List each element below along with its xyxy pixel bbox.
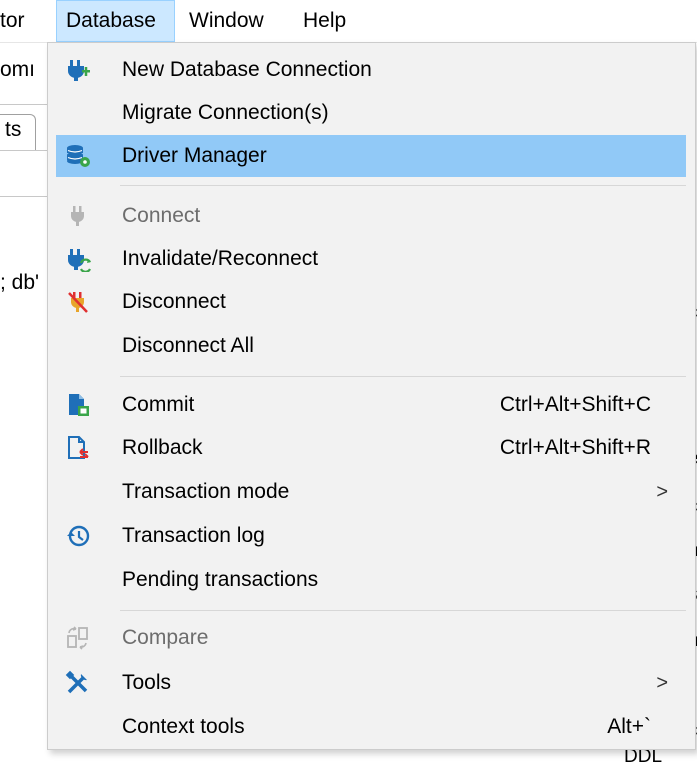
menu-item-rollback[interactable]: Rollback Ctrl+Alt+Shift+R [56,427,686,469]
menu-item-disconnect-all[interactable]: Disconnect All [56,325,686,367]
menu-item-label: Commit [122,393,195,416]
menu-item-label: Transaction log [122,524,265,547]
menu-item-transaction-log[interactable]: Transaction log [56,515,686,557]
menu-item-label: Invalidate/Reconnect [122,247,319,270]
plug-disconnect-icon [68,292,88,313]
plug-refresh-icon [68,249,91,272]
menu-item-label: Pending transactions [122,568,319,591]
menu-separator [120,610,686,611]
menubar-item-editor[interactable]: tor [0,0,34,42]
editor-text-fragment: ; db' [0,271,40,294]
menu-bar: tor Database Window Help [0,0,697,43]
menu-item-label: Rollback [122,436,203,459]
menu-item-commit[interactable]: Commit Ctrl+Alt+Shift+C [56,384,686,426]
toolbar-divider [0,104,48,105]
menu-item-label: Driver Manager [122,144,267,167]
menu-item-pending-transactions[interactable]: Pending transactions [56,559,686,601]
menubar-item-help[interactable]: Help [294,0,355,42]
plug-icon [71,206,84,226]
editor-tab[interactable]: ts [0,114,36,150]
menu-item-driver-manager[interactable]: Driver Manager [56,135,686,177]
menu-item-label: Context tools [122,715,245,738]
menu-item-label: New Database Connection [122,58,372,81]
database-menu: New Database Connection Migrate Connecti… [47,42,696,750]
menu-separator [120,185,686,186]
menu-separator [120,376,686,377]
menu-item-tools[interactable]: Tools > [56,662,686,704]
bottom-panel: DDL [568,746,696,764]
menu-item-compare[interactable]: Compare [56,617,686,659]
editor-tab-label: ts [5,118,22,141]
menu-item-shortcut: Ctrl+Alt+Shift+C [499,393,651,416]
compare-icon [67,626,88,650]
menu-item-invalidate-reconnect[interactable]: Invalidate/Reconnect [56,238,686,280]
menu-item-new-database-connection[interactable]: New Database Connection [56,49,686,91]
rollback-icon [68,436,89,459]
menu-item-label: Disconnect [122,290,226,313]
database-gear-icon [67,145,90,167]
editor-divider [0,196,48,197]
menu-item-label: Compare [122,626,209,649]
menu-item-context-tools[interactable]: Context tools Alt+` [56,706,686,748]
menu-item-shortcut: Ctrl+Alt+Shift+R [499,436,651,459]
menu-item-label: Migrate Connection(s) [122,101,329,124]
menu-item-label: Transaction mode [122,480,290,503]
tab-bar-divider [0,150,48,151]
menu-item-label: Disconnect All [122,334,254,357]
plug-add-icon [68,60,90,81]
menu-item-shortcut: Alt+` [607,715,651,738]
menu-item-label: Tools [122,671,172,694]
menubar-item-database[interactable]: Database [56,0,175,42]
app-window: omı ts ; db' ( r t r c r e c n s n r c D… [0,0,697,764]
menu-item-label: Connect [122,204,201,227]
menubar-item-window[interactable]: Window [180,0,273,42]
menu-item-disconnect[interactable]: Disconnect [56,281,686,323]
menu-item-migrate-connections[interactable]: Migrate Connection(s) [56,92,686,134]
submenu-arrow-icon: > [656,481,668,503]
submenu-arrow-icon: > [656,672,668,694]
menu-item-transaction-mode[interactable]: Transaction mode > [56,471,686,513]
tools-icon [65,670,88,694]
commit-icon [69,394,89,416]
toolbar-fragment: omı [0,58,36,81]
menu-item-connect[interactable]: Connect [56,195,686,237]
history-icon [67,525,90,547]
